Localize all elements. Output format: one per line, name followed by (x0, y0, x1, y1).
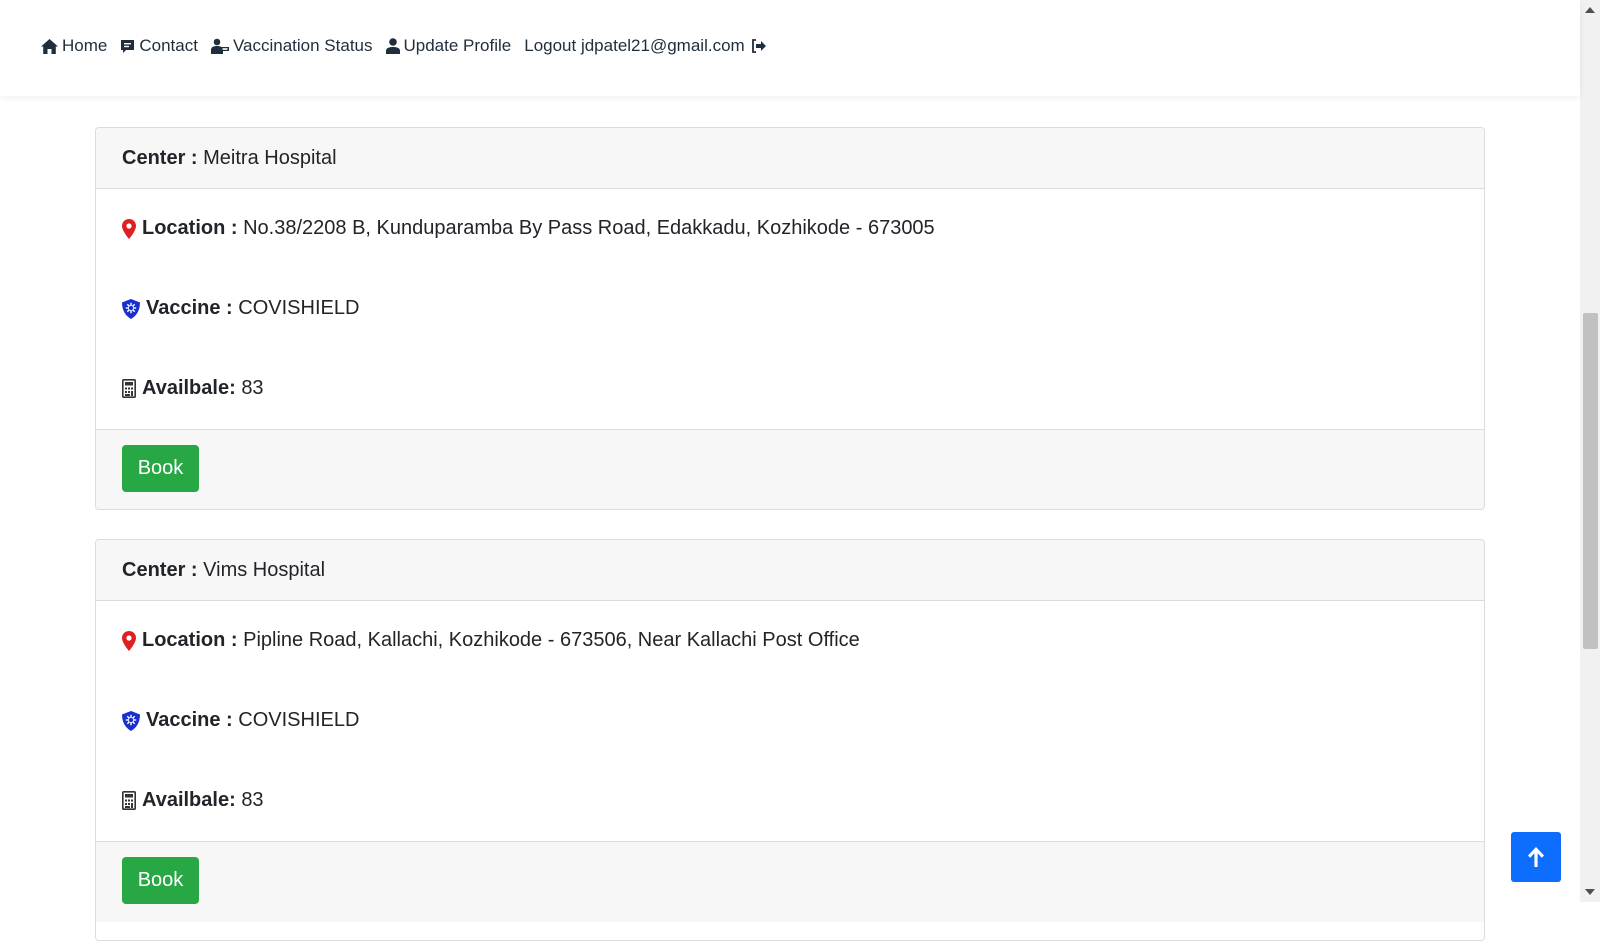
center-card-header: Center : Vims Hospital (96, 540, 1484, 601)
main-content: Center : Meitra Hospital Location : No.3… (0, 96, 1580, 941)
center-card-footer: Book (96, 429, 1484, 509)
center-card-body: Location : No.38/2208 B, Kunduparamba By… (96, 189, 1484, 429)
shield-virus-icon (122, 710, 140, 731)
vaccine-value: COVISHIELD (238, 709, 360, 731)
location-value: No.38/2208 B, Kunduparamba By Pass Road,… (243, 217, 935, 239)
location-label: Location : (142, 217, 238, 239)
available-value: 83 (241, 789, 264, 811)
center-card-body: Location : Pipline Road, Kallachi, Kozhi… (96, 601, 1484, 841)
book-button[interactable]: Book (122, 445, 199, 492)
available-value: 83 (241, 377, 264, 399)
nav-logout-label: Logout jdpatel21@gmail.com (524, 36, 745, 55)
location-row: Location : Pipline Road, Kallachi, Kozhi… (122, 629, 860, 652)
top-navbar: Home Contact Vaccination Status Update P… (0, 0, 1580, 96)
nav-update-profile-label: Update Profile (403, 36, 512, 55)
center-name: Vims Hospital (203, 558, 326, 581)
map-pin-icon (122, 630, 136, 651)
available-row: Availbale: 83 (122, 377, 264, 400)
location-row: Location : No.38/2208 B, Kunduparamba By… (122, 217, 935, 240)
scrollbar-thumb[interactable] (1583, 313, 1598, 649)
vaccine-value: COVISHIELD (238, 297, 360, 319)
vaccine-label: Vaccine : (146, 297, 233, 319)
available-label: Availbale: (142, 789, 236, 811)
user-icon (385, 38, 400, 54)
arrow-up-icon (1528, 847, 1544, 867)
map-pin-icon (122, 218, 136, 239)
center-card: Center : Meitra Hospital Location : No.3… (95, 127, 1485, 510)
nav-home-link[interactable]: Home (41, 36, 107, 56)
nav-logout-link[interactable]: Logout jdpatel21@gmail.com (524, 36, 766, 56)
nav-contact-link[interactable]: Contact (120, 36, 198, 56)
center-card-footer: Book (96, 841, 1484, 922)
nav-vaccination-status-link[interactable]: Vaccination Status (210, 36, 373, 56)
center-label: Center : (122, 558, 198, 581)
scroll-up-arrow-icon[interactable] (1585, 7, 1595, 13)
available-row: Availbale: 83 (122, 789, 264, 812)
user-injection-icon (210, 38, 229, 54)
center-name: Meitra Hospital (203, 146, 337, 169)
center-card-header: Center : Meitra Hospital (96, 128, 1484, 189)
nav-contact-label: Contact (139, 36, 198, 55)
center-card: Center : Vims Hospital Location : Piplin… (95, 539, 1485, 941)
nav-update-profile-link[interactable]: Update Profile (385, 36, 512, 56)
vaccine-row: Vaccine : COVISHIELD (122, 297, 359, 320)
sign-out-icon (751, 39, 766, 53)
center-label: Center : (122, 146, 198, 169)
comment-icon (121, 39, 135, 53)
nav-vaccination-status-label: Vaccination Status (232, 36, 373, 55)
scroll-down-arrow-icon[interactable] (1585, 889, 1595, 895)
location-value: Pipline Road, Kallachi, Kozhikode - 6735… (243, 629, 860, 651)
calculator-icon (122, 379, 136, 398)
book-button[interactable]: Book (122, 857, 199, 904)
vaccine-label: Vaccine : (146, 709, 233, 731)
vaccine-row: Vaccine : COVISHIELD (122, 709, 359, 732)
nav-home-label: Home (62, 36, 108, 55)
back-to-top-button[interactable] (1511, 832, 1561, 882)
calculator-icon (122, 791, 136, 810)
shield-virus-icon (122, 298, 140, 319)
home-icon (41, 38, 58, 54)
page-scrollbar[interactable] (1580, 0, 1600, 902)
nav-menu: Home Contact Vaccination Status Update P… (41, 36, 780, 56)
location-label: Location : (142, 629, 238, 651)
available-label: Availbale: (142, 377, 236, 399)
